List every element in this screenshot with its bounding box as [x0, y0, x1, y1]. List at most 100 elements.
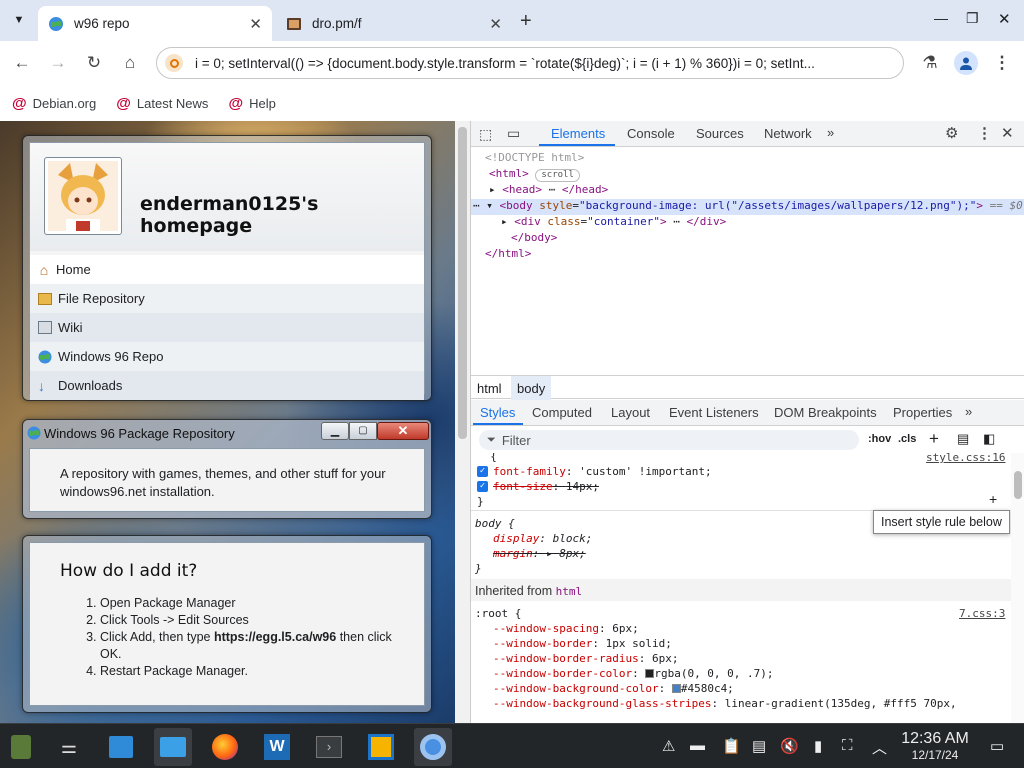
- tab-sources[interactable]: Sources: [696, 126, 744, 141]
- body-node-selected[interactable]: ⋯ ▾ <body style="background-image: url("…: [471, 199, 1024, 215]
- reload-icon[interactable]: ↻: [78, 47, 110, 79]
- toggle-sidebar-icon[interactable]: ◧: [983, 431, 995, 447]
- wps-writer-icon[interactable]: W: [258, 728, 296, 766]
- close-tab-icon[interactable]: ✕: [489, 15, 502, 33]
- network-icon[interactable]: ⛶: [842, 737, 853, 754]
- app-launcher-icon[interactable]: [2, 728, 40, 766]
- nav-item-downloads[interactable]: ↓ Downloads: [30, 371, 424, 400]
- color-swatch-icon[interactable]: [671, 684, 681, 693]
- minimize-window-icon[interactable]: —: [934, 10, 948, 26]
- filter-input[interactable]: ⏷ Filter: [479, 430, 859, 450]
- close-tab-icon[interactable]: ✕: [249, 15, 262, 33]
- battery-icon[interactable]: ▮: [814, 737, 822, 755]
- nav-item-file-repository[interactable]: File Repository: [30, 284, 424, 313]
- show-desktop-icon[interactable]: ▭: [990, 737, 1004, 755]
- tab-computed[interactable]: Computed: [532, 405, 592, 420]
- clipboard-icon[interactable]: 📋: [722, 737, 741, 755]
- css-declaration[interactable]: --window-border-color: rgba(0, 0, 0, .7)…: [493, 667, 774, 680]
- back-icon[interactable]: ←: [6, 47, 38, 79]
- color-swatch-icon[interactable]: [645, 669, 655, 678]
- tab-w96-repo[interactable]: w96 repo ✕: [38, 6, 272, 41]
- nav-item-home[interactable]: ⌂ Home: [30, 255, 424, 284]
- rule-open-brace: {: [477, 453, 497, 463]
- element-state-paint-icon[interactable]: ▤: [957, 431, 969, 447]
- volume-muted-icon[interactable]: 🔇: [780, 737, 799, 755]
- div-container-node[interactable]: ▸ <div class="container"> ⋯ </div>: [501, 215, 726, 228]
- firefox-icon[interactable]: [206, 728, 244, 766]
- tab-styles[interactable]: Styles: [480, 405, 515, 420]
- kde-connect-icon[interactable]: ⚠: [662, 737, 675, 755]
- new-style-rule-icon[interactable]: +: [929, 429, 939, 449]
- file-manager-icon[interactable]: [154, 728, 192, 766]
- notes-icon[interactable]: ▤: [752, 737, 766, 755]
- close-window-icon[interactable]: ✕: [998, 10, 1011, 28]
- chromium-icon[interactable]: [414, 728, 452, 766]
- breadcrumb-body[interactable]: body: [511, 376, 552, 400]
- storage-icon[interactable]: ▬: [690, 737, 705, 754]
- scrollbar-thumb[interactable]: [458, 127, 467, 439]
- close-button[interactable]: ✕: [377, 422, 429, 440]
- css-declaration[interactable]: --window-background-glass-stripes: linea…: [493, 697, 957, 710]
- more-tabs-icon[interactable]: »: [965, 404, 972, 419]
- bookmark-help[interactable]: @ Help: [228, 95, 275, 112]
- tab-search-chevron-icon[interactable]: ▼: [6, 9, 32, 31]
- html-node[interactable]: <html> scroll: [489, 167, 580, 182]
- checkbox-checked-icon[interactable]: ✓: [477, 481, 488, 492]
- head-node[interactable]: ▸ <head> ⋯ </head>: [489, 183, 608, 196]
- minimize-button[interactable]: ▁: [321, 422, 349, 440]
- styles-scrollbar[interactable]: [1011, 453, 1024, 723]
- forward-icon[interactable]: →: [42, 47, 74, 79]
- tab-dro-pm[interactable]: dro.pm/f ✕: [276, 6, 512, 41]
- tab-event-listeners[interactable]: Event Listeners: [669, 405, 759, 420]
- tab-console[interactable]: Console: [627, 126, 675, 141]
- show-hidden-tray-icon[interactable]: ︿: [872, 737, 887, 758]
- devtools-menu-icon[interactable]: ⋮: [977, 124, 992, 142]
- breadcrumb-html[interactable]: html: [477, 381, 502, 396]
- tab-elements[interactable]: Elements: [551, 126, 605, 141]
- tab-dom-breakpoints[interactable]: DOM Breakpoints: [774, 405, 877, 420]
- system-settings-icon[interactable]: ⚌: [50, 728, 88, 766]
- css-declaration-overridden[interactable]: ✓ font-size: 14px;: [477, 480, 599, 493]
- scrollbar-thumb[interactable]: [1014, 471, 1022, 499]
- tab-properties[interactable]: Properties: [893, 405, 952, 420]
- nav-item-wiki[interactable]: Wiki: [30, 313, 424, 342]
- inherited-tag[interactable]: html: [556, 585, 583, 598]
- menu-kebab-icon[interactable]: ⋮: [986, 47, 1018, 79]
- hov-toggle[interactable]: :hov: [868, 433, 891, 445]
- checkbox-checked-icon[interactable]: ✓: [477, 466, 488, 477]
- insert-rule-plus-icon[interactable]: +: [989, 491, 997, 507]
- css-declaration[interactable]: --window-border-radius: 6px;: [493, 652, 678, 665]
- more-tabs-icon[interactable]: »: [827, 125, 834, 140]
- maximize-button[interactable]: ▢: [349, 422, 377, 440]
- tab-layout[interactable]: Layout: [611, 405, 650, 420]
- labs-flask-icon[interactable]: ⚗: [914, 47, 946, 79]
- restore-window-icon[interactable]: ❐: [966, 10, 979, 27]
- rule-source-link[interactable]: 7.css:3: [959, 607, 1005, 620]
- cls-toggle[interactable]: .cls: [898, 433, 916, 445]
- tab-network[interactable]: Network: [764, 126, 812, 141]
- css-declaration[interactable]: --window-background-color: #4580c4;: [493, 682, 734, 695]
- tab-strip: ▼ w96 repo ✕ dro.pm/f ✕ + — ❐ ✕: [0, 0, 1024, 41]
- device-toolbar-icon[interactable]: ▭: [507, 125, 520, 142]
- terminal-icon[interactable]: ›: [310, 728, 348, 766]
- home-icon[interactable]: ⌂: [114, 47, 146, 79]
- settings-gear-icon[interactable]: ⚙: [945, 124, 958, 142]
- new-tab-icon[interactable]: +: [520, 10, 532, 33]
- bookmark-debian[interactable]: @ Debian.org: [12, 95, 96, 112]
- store-bag-icon[interactable]: [102, 728, 140, 766]
- bookmark-latest-news[interactable]: @ Latest News: [116, 95, 208, 112]
- css-declaration[interactable]: --window-border: 1px solid;: [493, 637, 672, 650]
- css-declaration[interactable]: --window-spacing: 6px;: [493, 622, 639, 635]
- list-item: Open Package Manager: [100, 595, 404, 612]
- rule-source-link[interactable]: style.css:16: [926, 453, 1005, 464]
- inspect-element-icon[interactable]: ⬚: [479, 126, 492, 143]
- nav-item-windows-96-repo[interactable]: Windows 96 Repo: [30, 342, 424, 371]
- site-info-icon[interactable]: [165, 54, 183, 72]
- virtualbox-icon[interactable]: [362, 728, 400, 766]
- clock[interactable]: 12:36 AM 12/17/24: [896, 730, 974, 762]
- page-scrollbar[interactable]: [455, 121, 470, 723]
- address-bar[interactable]: i = 0; setInterval(() => {document.body.…: [156, 47, 904, 79]
- profile-avatar-icon[interactable]: [954, 51, 978, 75]
- css-declaration[interactable]: ✓ font-family: 'custom' !important;: [477, 465, 712, 478]
- close-devtools-icon[interactable]: ✕: [1001, 124, 1014, 142]
